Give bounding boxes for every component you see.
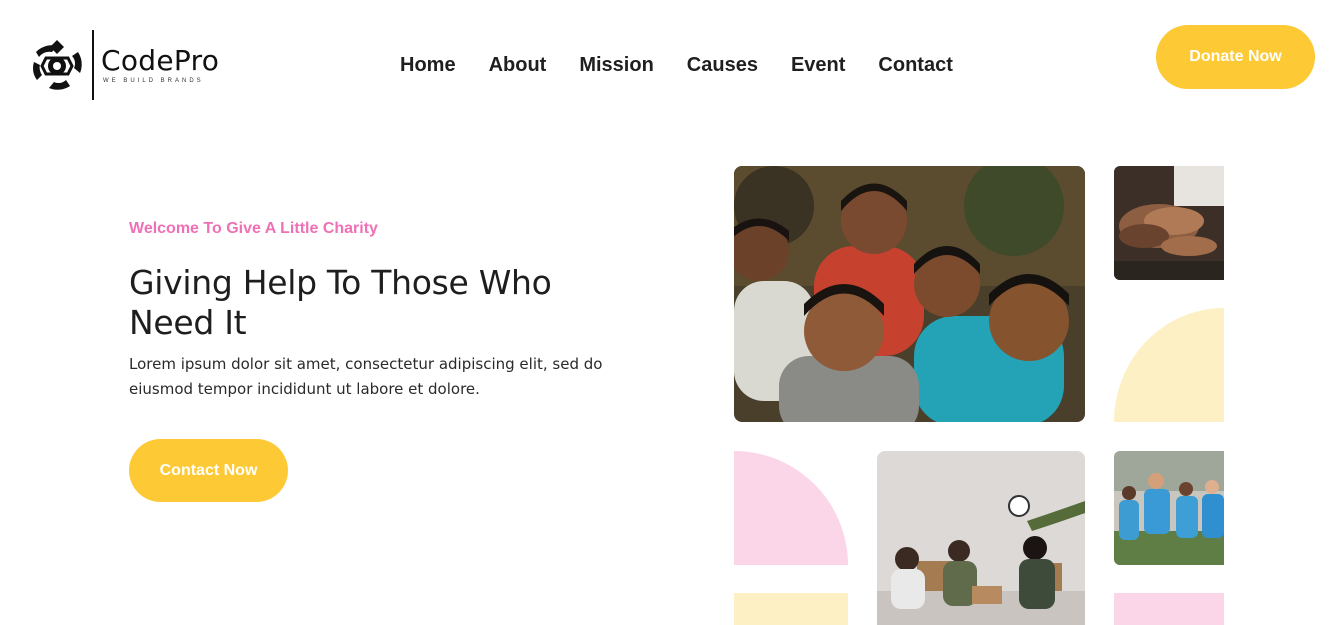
volunteer-group-photo: [1114, 451, 1224, 565]
main-nav: Home About Mission Causes Event Contact: [400, 52, 986, 78]
hero-eyebrow: Welcome To Give A Little Charity: [129, 220, 378, 237]
logo-divider: [92, 30, 94, 100]
nav-mission[interactable]: Mission: [579, 52, 653, 78]
decor-yellow-quarter: [1114, 308, 1224, 422]
brand-name: CodePro: [101, 44, 220, 77]
decor-pink-quarter: [734, 451, 848, 565]
joined-hands-photo: [1114, 166, 1224, 280]
children-photo: [734, 166, 1085, 422]
volunteers-packing-photo: [877, 451, 1085, 625]
nav-about[interactable]: About: [489, 52, 547, 78]
brand-logo[interactable]: CodePro WE BUILD BRANDS: [30, 29, 219, 101]
contact-now-button[interactable]: Contact Now: [129, 439, 288, 502]
nav-home[interactable]: Home: [400, 52, 456, 78]
decor-pink-strip: [1114, 593, 1224, 625]
decor-yellow-strip: [734, 593, 848, 625]
hero-title: Giving Help To Those Who Need It: [129, 263, 552, 342]
donate-now-button[interactable]: Donate Now: [1156, 25, 1315, 89]
nav-contact[interactable]: Contact: [878, 52, 952, 78]
hero-description: Lorem ipsum dolor sit amet, consectetur …: [129, 355, 603, 398]
codepro-logo-icon: [33, 40, 82, 90]
brand-tagline: WE BUILD BRANDS: [103, 78, 204, 84]
nav-causes[interactable]: Causes: [687, 52, 758, 78]
nav-event[interactable]: Event: [791, 52, 845, 78]
